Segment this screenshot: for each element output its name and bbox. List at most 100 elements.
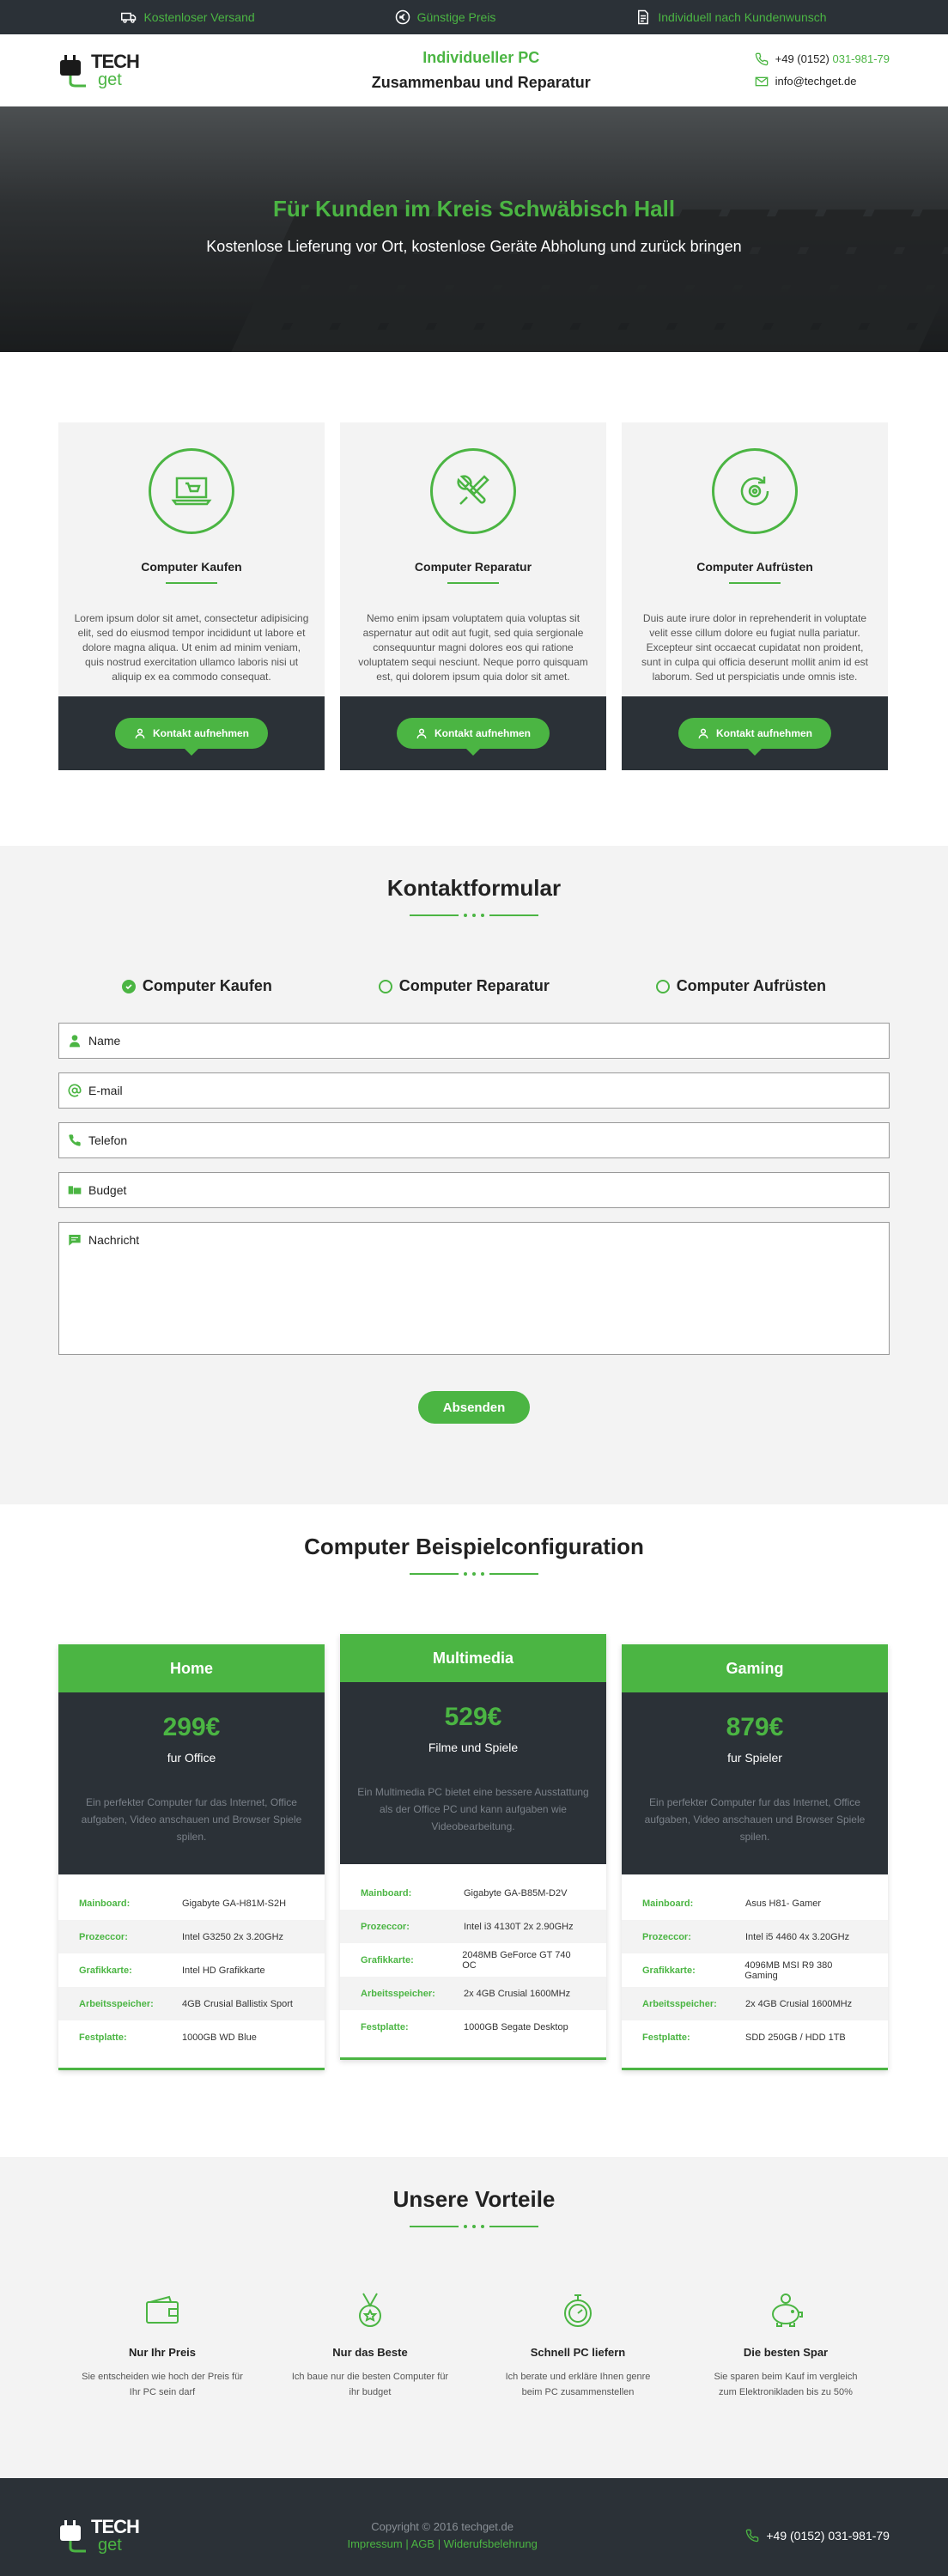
- advantage-text: Sie sparen beim Kauf im vergleich zum El…: [714, 2372, 858, 2397]
- advantage-item: Schnell PC liefern Ich berate und erklär…: [496, 2292, 659, 2400]
- spec-row: Prozeccor: Intel i5 4460 4x 3.20GHz: [622, 1920, 888, 1953]
- service-card-repair: Computer Reparatur Nemo enim ipsam volup…: [340, 422, 606, 770]
- advantage-title: Nur Ihr Preis: [128, 2346, 197, 2359]
- card-price: 529€: [444, 1703, 502, 1731]
- spec-value: 2x 4GB Crusial 1600MHz: [745, 1998, 853, 2009]
- user-icon: [70, 1035, 80, 1048]
- topbar-item-shipping: Kostenloser Versand: [121, 9, 255, 25]
- piggy-bank-icon: [772, 2293, 803, 2327]
- submit-button[interactable]: Absenden: [418, 1391, 530, 1424]
- plug-logo-icon: [60, 2520, 86, 2553]
- advantage-text: Ich baue nur die besten Computer für ihr…: [291, 2372, 449, 2397]
- logo-text-bottom: get: [98, 70, 122, 89]
- euro-icon: [395, 9, 410, 25]
- budget-field[interactable]: Budget: [58, 1172, 890, 1208]
- form-fields: Name E-mail Telefon Budget Nachricht: [0, 1023, 948, 1355]
- card-price: 879€: [726, 1713, 784, 1741]
- spec-key: Mainboard:: [79, 1898, 131, 1909]
- config-card-multimedia[interactable]: Multimedia 529€ Filme und Spiele Ein Mul…: [340, 1634, 606, 2060]
- topbar-item-price: Günstige Preis: [395, 9, 495, 25]
- spec-value: 2048MB GeForce GT 740 OC: [462, 1949, 571, 1971]
- site-header: TECH get Individueller PC Zusammenbau un…: [0, 34, 948, 106]
- footer-links[interactable]: Impressum | AGB | Widerufsbelehrung: [347, 2536, 537, 2553]
- money-icon: [68, 1186, 82, 1194]
- topbar-label: Kostenloser Versand: [143, 10, 255, 24]
- spec-key: Mainboard:: [361, 1887, 412, 1899]
- radio-label: Computer Kaufen: [142, 977, 272, 994]
- spec-value: 1000GB Segate Desktop: [464, 2021, 568, 2032]
- card-price: 299€: [162, 1713, 221, 1741]
- top-bar: Kostenloser Versand Günstige Preis Indiv…: [0, 0, 948, 34]
- phone-prefix: +49 (0152): [766, 2529, 829, 2543]
- configurations-section: Computer Beispielconfiguration Home 299€…: [0, 1504, 948, 2157]
- footer-info: Copyright © 2016 techget.de Impressum | …: [347, 2518, 537, 2553]
- advantages-section: Unsere Vorteile Nur Ihr Preis Sie entsch…: [0, 2157, 948, 2478]
- user-icon: [416, 728, 427, 738]
- card-description: Ein Multimedia PC bietet eine bessere Au…: [357, 1786, 589, 1832]
- spec-value: Intel i3 4130T 2x 2.90GHz: [464, 1921, 574, 1932]
- title-divider: [410, 914, 538, 917]
- card-name: Multimedia: [340, 1634, 606, 1682]
- hero-banner: Für Kunden im Kreis Schwäbisch Hall Kost…: [0, 106, 948, 352]
- laptop-cart-icon: [171, 477, 212, 506]
- spec-key: Festplatte:: [361, 2021, 409, 2032]
- config-card-gaming[interactable]: Gaming 879€ fur Spieler Ein perfekter Co…: [622, 1644, 888, 2070]
- spec-row: Prozeccor: Intel G3250 2x 3.20GHz: [58, 1920, 325, 1953]
- contact-button[interactable]: Kontakt aufnehmen: [114, 718, 268, 756]
- email-placeholder: E-mail: [88, 1084, 123, 1097]
- service-text: Nemo enim ipsam voluptatem quia voluptas…: [358, 612, 588, 683]
- title-divider: [410, 1572, 538, 1576]
- footer-logo[interactable]: TECH get: [58, 2518, 140, 2554]
- radio-computer-reparatur[interactable]: Computer Reparatur: [378, 977, 550, 995]
- header-contact: +49 (0152) 031-981-79 info@techget.de: [755, 48, 890, 93]
- wallet-icon: [146, 2295, 179, 2324]
- spec-key: Grafikkarte:: [361, 1954, 414, 1965]
- title-divider: [410, 2225, 538, 2228]
- footer-phone[interactable]: +49 (0152) 031-981-79: [745, 2529, 890, 2543]
- message-textarea[interactable]: Nachricht: [58, 1222, 890, 1355]
- document-icon: [638, 9, 649, 25]
- radio-computer-aufruesten[interactable]: Computer Aufrüsten: [655, 977, 827, 995]
- mail-icon: [755, 76, 768, 87]
- radio-label: Computer Aufrüsten: [676, 977, 827, 994]
- radio-computer-kaufen[interactable]: Computer Kaufen: [121, 977, 272, 995]
- card-description: Ein perfekter Computer fur das Internet,…: [81, 1796, 302, 1843]
- site-footer: TECH get Copyright © 2016 techget.de Imp…: [0, 2478, 948, 2576]
- name-field[interactable]: Name: [58, 1023, 890, 1059]
- spec-key: Festplatte:: [642, 2032, 690, 2043]
- medal-icon: [359, 2293, 381, 2327]
- copyright-text: Copyright © 2016 techget.de: [371, 2520, 514, 2533]
- spec-row: Grafikkarte: 2048MB GeForce GT 740 OC: [340, 1943, 606, 1977]
- service-options: Computer Kaufen Computer Reparatur Compu…: [0, 977, 948, 995]
- section-title: Unsere Vorteile: [392, 2186, 556, 2212]
- advantage-title: Schnell PC liefern: [530, 2346, 626, 2359]
- spec-key: Grafikkarte:: [79, 1965, 132, 1976]
- truck-icon: [121, 12, 137, 23]
- spec-row: Mainboard: Gigabyte GA-B85M-D2V: [340, 1876, 606, 1910]
- header-phone[interactable]: +49 (0152) 031-981-79: [755, 48, 890, 70]
- logo[interactable]: TECH get: [58, 52, 140, 89]
- service-title: Computer Reparatur: [414, 560, 532, 574]
- contact-button[interactable]: Kontakt aufnehmen: [678, 718, 831, 756]
- contact-form-section: Kontaktformular Computer Kaufen Computer…: [0, 846, 948, 1504]
- contact-button-label: Kontakt aufnehmen: [152, 727, 249, 739]
- stopwatch-icon: [564, 2294, 592, 2327]
- phone-number: 031-981-79: [828, 2529, 890, 2543]
- upgrade-gear-icon: [740, 477, 769, 506]
- topbar-item-custom: Individuell nach Kundenwunsch: [635, 9, 827, 25]
- contact-button-label: Kontakt aufnehmen: [715, 727, 812, 739]
- config-card-home[interactable]: Home 299€ fur Office Ein perfekter Compu…: [58, 1644, 325, 2070]
- card-target: Filme und Spiele: [428, 1741, 519, 1754]
- phone-number: 031-981-79: [832, 52, 890, 65]
- email-address: info@techget.de: [775, 75, 857, 88]
- spec-row: Festplatte: 1000GB Segate Desktop: [340, 2010, 606, 2044]
- service-text: Duis aute irure dolor in reprehenderit i…: [641, 612, 868, 683]
- service-title: Computer Kaufen: [141, 560, 242, 574]
- header-email[interactable]: info@techget.de: [755, 70, 890, 93]
- service-title: Computer Aufrüsten: [696, 560, 813, 574]
- contact-button[interactable]: Kontakt aufnehmen: [396, 718, 550, 756]
- advantage-title: Die besten Spar: [743, 2346, 829, 2359]
- spec-row: Mainboard: Gigabyte GA-H81M-S2H: [58, 1886, 325, 1920]
- phone-field[interactable]: Telefon: [58, 1122, 890, 1158]
- email-field[interactable]: E-mail: [58, 1072, 890, 1109]
